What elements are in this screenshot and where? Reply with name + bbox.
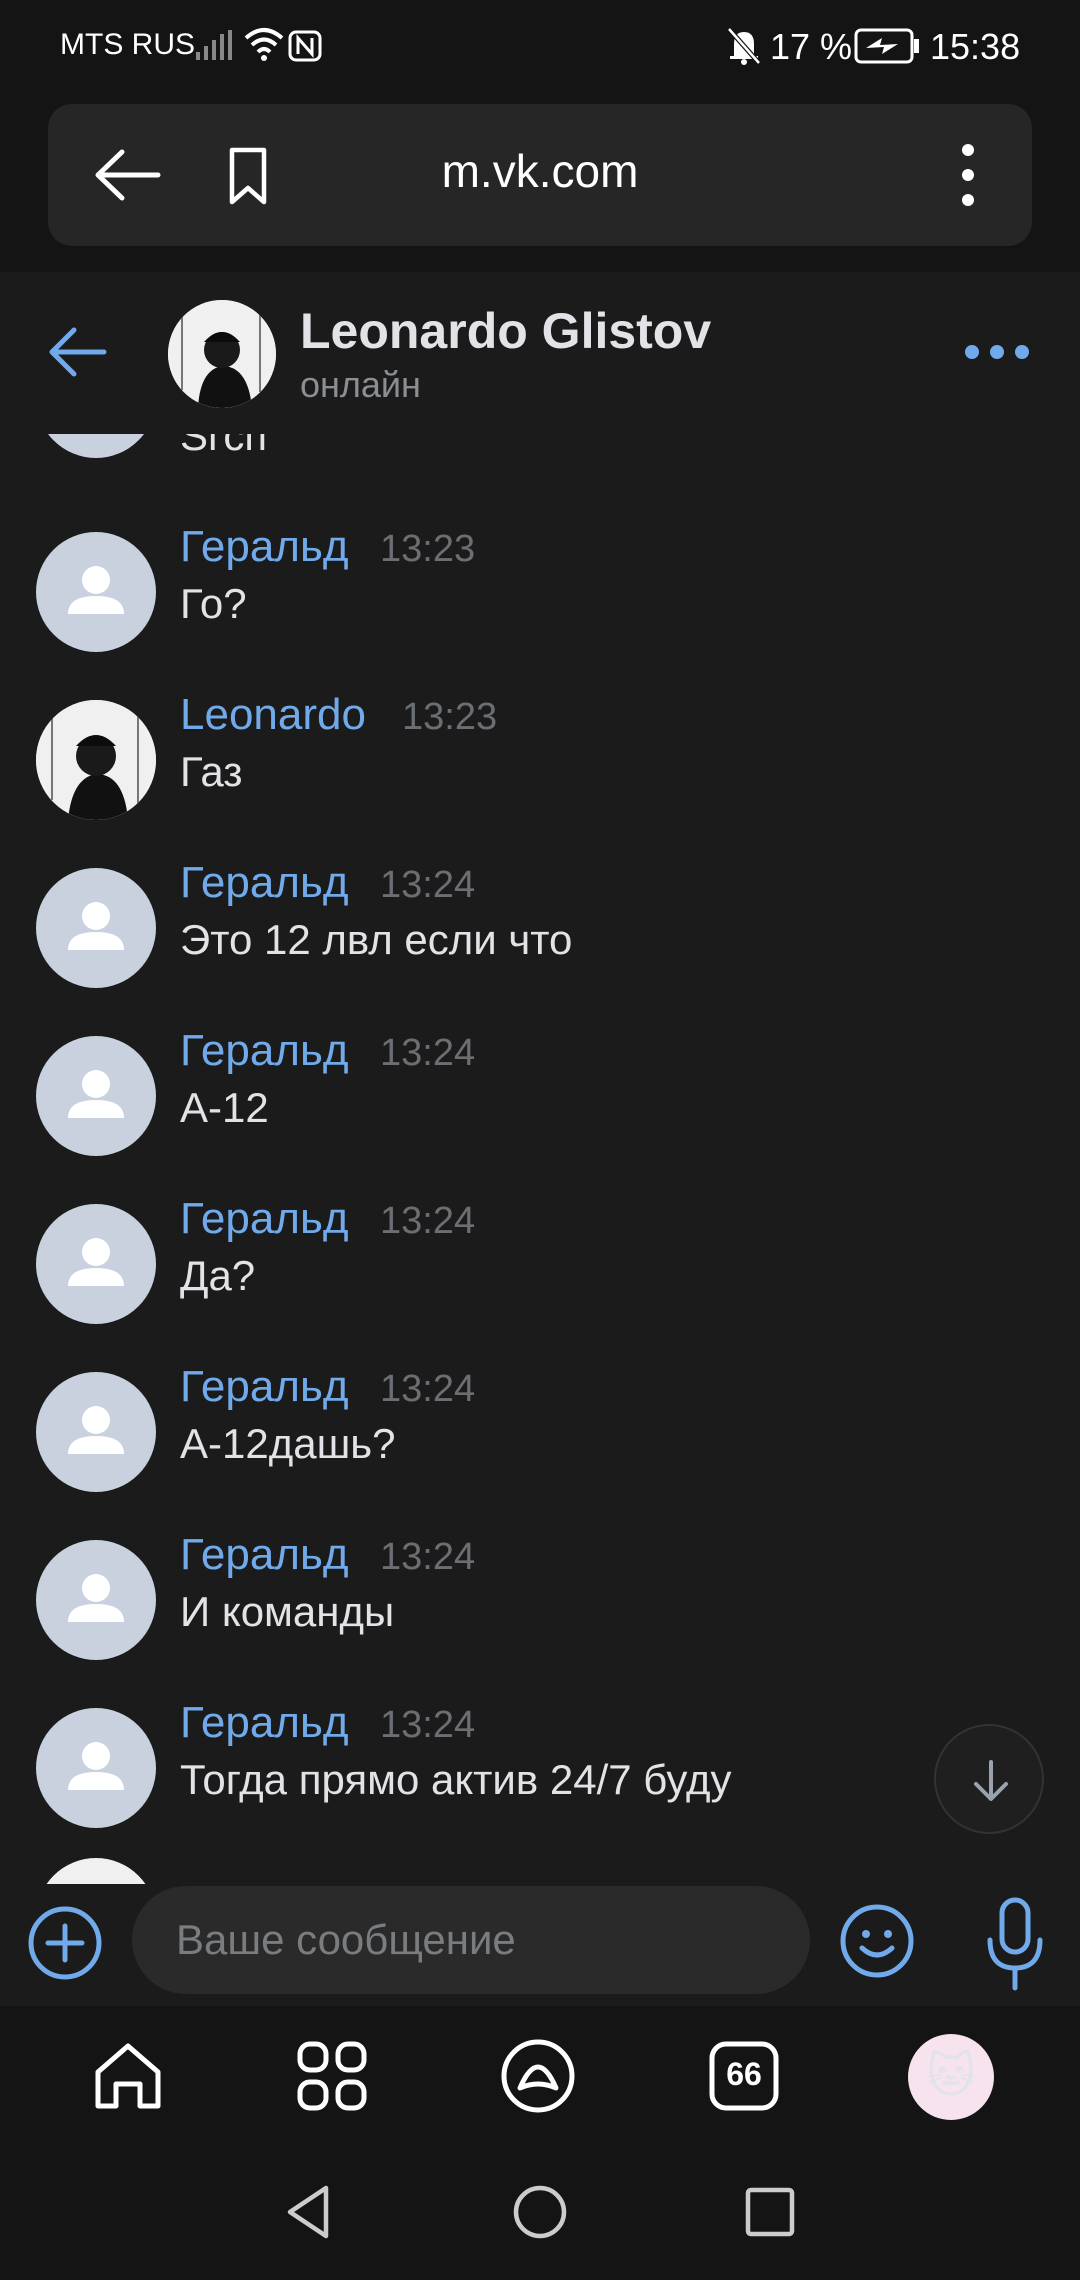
message-text: Sгcп bbox=[180, 434, 268, 459]
address-bar[interactable]: m.vk.com bbox=[48, 104, 1032, 246]
home-icon bbox=[95, 2043, 161, 2109]
assistant-icon bbox=[501, 2039, 575, 2113]
message-text: Газ bbox=[180, 748, 243, 795]
message-item[interactable]: Геральд 13:24 А-12дашь? bbox=[0, 1354, 1080, 1522]
message-item[interactable]: Геральд 13:23 Го? bbox=[0, 514, 1080, 682]
message-item[interactable]: Leonardo 13:23 Газ bbox=[0, 682, 1080, 850]
sender-name[interactable]: Геральд bbox=[180, 1194, 349, 1244]
message-text: Го? bbox=[180, 580, 247, 627]
default-user-avatar[interactable] bbox=[36, 1204, 156, 1324]
message-time: 13:24 bbox=[380, 1368, 476, 1410]
message-time: 13:24 bbox=[380, 1032, 476, 1074]
message-text: А-12дашь? bbox=[180, 1420, 396, 1467]
wifi-icon bbox=[244, 28, 284, 61]
chat-header: Leonardo Glistov онлайн bbox=[0, 272, 1080, 434]
message-text: Тогда прямо актив 24/7 буду bbox=[180, 1756, 732, 1803]
more-dots-icon[interactable] bbox=[962, 332, 1032, 372]
user-silhouette-icon bbox=[68, 1742, 124, 1790]
kebab-menu-icon[interactable] bbox=[948, 140, 988, 210]
status-bar: MTS RUS 17 % 15:38 bbox=[0, 0, 1080, 92]
nfc-icon bbox=[288, 30, 322, 62]
nav-marusia[interactable] bbox=[498, 2036, 578, 2116]
apps-grid-icon bbox=[297, 2041, 367, 2111]
microphone-icon[interactable] bbox=[980, 1894, 1050, 1994]
user-silhouette-icon bbox=[68, 1238, 124, 1286]
emoji-icon[interactable] bbox=[838, 1902, 916, 1980]
message-input[interactable] bbox=[176, 1886, 776, 1994]
nav-messenger[interactable]: 66 bbox=[704, 2036, 784, 2116]
message-field[interactable] bbox=[132, 1886, 810, 1994]
message-composer bbox=[0, 1884, 1080, 2006]
carrier-label: MTS RUS bbox=[60, 28, 195, 61]
browser-toolbar: m.vk.com bbox=[0, 92, 1080, 272]
default-user-avatar[interactable] bbox=[36, 1372, 156, 1492]
online-status: онлайн bbox=[300, 364, 421, 405]
avatar bbox=[36, 1858, 156, 1884]
message-text: А-12 bbox=[180, 1084, 269, 1131]
system-recents-icon[interactable] bbox=[740, 2182, 800, 2242]
message-text: Да? bbox=[180, 1252, 256, 1299]
message-time: 13:24 bbox=[380, 864, 476, 906]
default-user-avatar[interactable] bbox=[36, 868, 156, 988]
sender-name[interactable]: Геральд bbox=[180, 1026, 349, 1076]
signal-icon bbox=[196, 30, 232, 60]
leonardo-avatar[interactable] bbox=[36, 700, 156, 820]
nav-home[interactable] bbox=[88, 2036, 168, 2116]
default-user-avatar[interactable] bbox=[36, 532, 156, 652]
contact-name[interactable]: Leonardo Glistov bbox=[300, 302, 711, 360]
message-time: 13:23 bbox=[402, 696, 498, 738]
system-navigation bbox=[0, 2154, 1080, 2280]
nav-services[interactable] bbox=[292, 2036, 372, 2116]
clock: 15:38 bbox=[930, 26, 1021, 67]
message-time: 13:24 bbox=[380, 1704, 476, 1746]
message-text: И команды bbox=[180, 1588, 395, 1635]
avatar bbox=[36, 434, 156, 458]
arrow-down-icon bbox=[974, 1760, 1008, 1801]
muted-bell-icon bbox=[727, 27, 761, 65]
sender-name[interactable]: Геральд bbox=[180, 522, 349, 572]
message-time: 13:24 bbox=[380, 1536, 476, 1578]
sender-name[interactable]: Leonardo bbox=[180, 690, 366, 740]
message-list[interactable]: Sгcп Геральд 13:23 Го? Leonardo 13:23 Га… bbox=[0, 434, 1080, 1884]
url-text[interactable]: m.vk.com bbox=[48, 144, 1032, 198]
message-text: Это 12 лвл если что bbox=[180, 916, 573, 963]
user-silhouette-icon bbox=[68, 566, 124, 614]
back-icon[interactable] bbox=[46, 324, 110, 380]
messenger-badge: 66 bbox=[726, 2056, 762, 2092]
message-item[interactable]: Геральд 13:24 Да? bbox=[0, 1186, 1080, 1354]
default-user-avatar[interactable] bbox=[36, 1036, 156, 1156]
message-item[interactable]: Геральд 13:24 Тогда прямо актив 24/7 буд… bbox=[0, 1690, 1080, 1858]
battery-charging-icon bbox=[854, 28, 919, 64]
message-time: 13:24 bbox=[380, 1200, 476, 1242]
sender-name[interactable]: Геральд bbox=[180, 858, 349, 908]
user-silhouette-icon bbox=[68, 1070, 124, 1118]
default-user-avatar[interactable] bbox=[36, 1708, 156, 1828]
message-time: 13:23 bbox=[380, 528, 476, 570]
battery-percent: 17 % bbox=[770, 26, 853, 67]
message-item[interactable]: Геральд 13:24 Это 12 лвл если что bbox=[0, 850, 1080, 1018]
sender-name[interactable]: Геральд bbox=[180, 1362, 349, 1412]
system-home-icon[interactable] bbox=[510, 2182, 570, 2242]
message-item[interactable]: Геральд 13:24 И команды bbox=[0, 1522, 1080, 1690]
add-attachment-icon[interactable] bbox=[26, 1904, 104, 1982]
sender-name[interactable]: Геральд bbox=[180, 1698, 349, 1748]
system-back-icon[interactable] bbox=[280, 2182, 340, 2242]
bottom-navigation: 66 🐱 bbox=[0, 2006, 1080, 2154]
default-user-avatar[interactable] bbox=[36, 1540, 156, 1660]
user-silhouette-icon bbox=[68, 1574, 124, 1622]
nav-profile-avatar[interactable]: 🐱 bbox=[908, 2034, 994, 2120]
user-silhouette-icon bbox=[68, 1406, 124, 1454]
contact-avatar[interactable] bbox=[168, 300, 276, 408]
message-item[interactable]: Геральд 13:24 А-12 bbox=[0, 1018, 1080, 1186]
scroll-to-bottom-button[interactable] bbox=[934, 1724, 1044, 1834]
sender-name[interactable]: Геральд bbox=[180, 1530, 349, 1580]
profile-photo-icon bbox=[36, 700, 156, 820]
user-silhouette-icon bbox=[68, 902, 124, 950]
